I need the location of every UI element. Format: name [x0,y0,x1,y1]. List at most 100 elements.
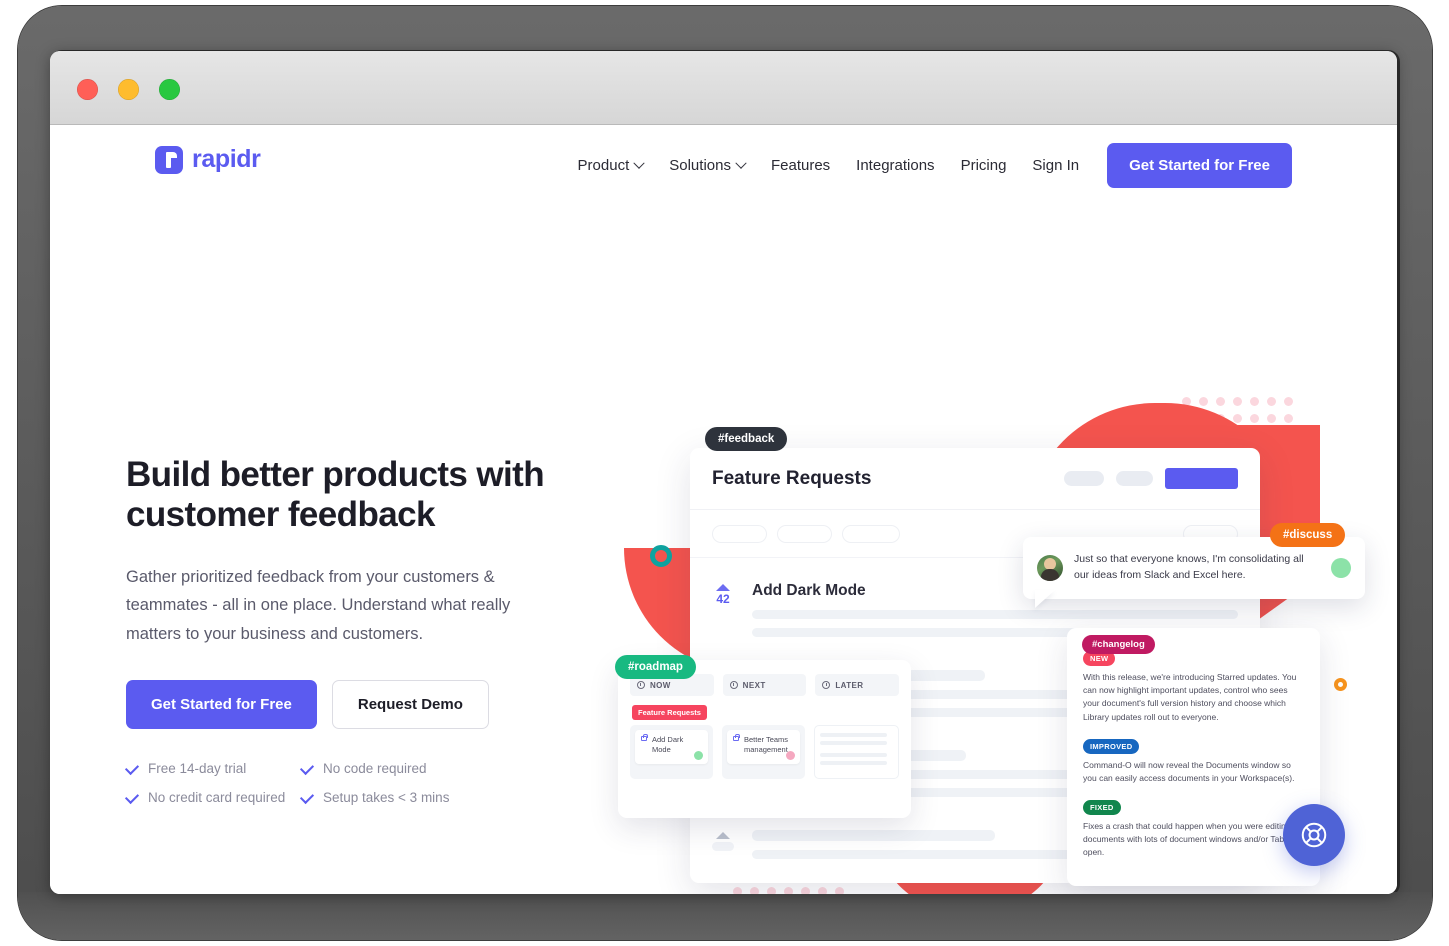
new-request-button[interactable] [1165,468,1238,489]
nav-item-solutions[interactable]: Solutions [656,147,758,184]
roadmap-column-label: LATER [835,680,864,690]
filter-chip[interactable] [842,524,900,543]
filter-chip[interactable] [777,524,832,543]
hero-illustration: #feedback Feature Requests 42 Add Dark M… [570,305,1370,894]
decorative-teal-ring [650,545,672,567]
placeholder-line [820,753,888,757]
page-content: rapidr Product Solutions Features Integr… [50,125,1397,894]
status-dot [786,751,795,760]
check-icon [299,790,315,805]
traffic-lights [77,79,180,100]
perk-item: Setup takes < 3 mins [299,790,476,805]
close-window-button[interactable] [77,79,98,100]
changelog-text-new: With this release, we're introducing Sta… [1083,672,1297,722]
perk-label: No code required [323,760,427,776]
roadmap-card-slot: Add Dark Mode [630,725,713,779]
browser-titlebar [50,51,1397,125]
zoom-window-button[interactable] [159,79,180,100]
brand-name: rapidr [192,145,261,173]
help-support-button[interactable] [1283,804,1345,866]
nav-item-pricing[interactable]: Pricing [948,147,1020,184]
nav-item-signin-label: Sign In [1032,157,1080,174]
hero-get-started-button[interactable]: Get Started for Free [126,679,317,729]
nav-item-features[interactable]: Features [758,147,843,184]
perk-item: No code required [299,760,476,776]
status-dot [1331,558,1351,578]
changelog-card: NEW With this release, we're introducing… [1067,628,1320,886]
nav-item-product-label: Product [577,157,630,174]
perk-item: Free 14-day trial [124,760,301,776]
roadmap-card: NOW NEXT LATER Feature Requests Add Dark… [618,660,911,818]
check-icon [124,761,140,776]
comment-text: Just so that everyone knows, I'm consoli… [1074,553,1304,581]
vote-control[interactable] [710,830,736,868]
hero-subtitle: Gather prioritized feedback from your cu… [126,567,511,643]
clock-icon [729,681,738,689]
changelog-text-fixed: Fixes a crash that could happen when you… [1083,821,1291,858]
roadmap-card-slot [814,725,899,779]
feature-requests-header: Feature Requests [690,448,1260,510]
nav-item-pricing-label: Pricing [960,157,1007,174]
chevron-down-icon [735,157,747,169]
brand-logo[interactable]: rapidr [155,145,261,174]
tag-changelog: #changelog [1082,635,1155,654]
lock-icon [733,734,741,741]
nav-item-features-label: Features [770,157,831,174]
hero-title: Build better products with customer feed… [126,455,545,534]
vote-count-placeholder [712,842,734,851]
roadmap-column-label: NOW [650,680,671,690]
decorative-orange-ring [1334,678,1347,691]
roadmap-item[interactable]: Better Teams management [727,730,800,764]
site-navbar: rapidr Product Solutions Features Integr… [50,125,1397,211]
feature-requests-header-actions [1064,468,1238,489]
changelog-text-improved: Command-O will now reveal the Documents … [1083,759,1295,783]
nav-item-integrations-label: Integrations [856,157,935,174]
placeholder-line [752,830,995,841]
roadmap-item[interactable]: Add Dark Mode [635,730,708,764]
clock-icon [637,681,645,689]
status-dot [694,751,703,760]
hero-actions: Get Started for Free Request Demo [126,679,596,729]
tag-discuss: #discuss [1270,523,1346,547]
nav-item-signin[interactable]: Sign In [1019,147,1092,184]
nav-item-product[interactable]: Product [565,147,657,184]
nav-item-solutions-label: Solutions [669,157,731,174]
clock-icon [822,681,831,689]
lock-icon [641,734,649,741]
filter-chip[interactable] [712,524,767,543]
perk-label: No credit card required [148,789,286,805]
nav-get-started-button[interactable]: Get Started for Free [1107,143,1292,188]
browser-window: rapidr Product Solutions Features Integr… [50,51,1397,894]
roadmap-card-slot: Better Teams management [722,725,805,779]
rapidr-logo-icon [155,145,183,174]
placeholder-line [820,741,888,745]
roadmap-item-placeholder [820,731,893,775]
roadmap-column-label: NEXT [742,680,766,690]
minimize-window-button[interactable] [118,79,139,100]
device-frame-bottom [18,892,1432,940]
feature-requests-title: Feature Requests [712,467,872,489]
vote-control[interactable]: 42 [710,582,736,646]
placeholder-line [820,761,888,765]
tag-feedback: #feedback [705,427,788,451]
changelog-badge-fixed: FIXED [1083,800,1121,816]
tag-roadmap: #roadmap [615,655,696,679]
hero-request-demo-button[interactable]: Request Demo [331,679,489,729]
roadmap-group-label: Feature Requests [632,705,707,720]
nav-item-integrations[interactable]: Integrations [843,147,947,184]
upvote-caret-icon [716,584,730,591]
roadmap-column-header: NEXT [722,674,807,696]
lifebuoy-icon [1301,822,1327,848]
changelog-badge-improved: IMPROVED [1083,738,1140,754]
header-placeholder-pill [1116,471,1153,486]
nav-links: Product Solutions Features Integrations … [565,143,1292,188]
roadmap-item-title: Add Dark Mode [652,735,684,755]
upvote-caret-icon [716,832,730,839]
check-icon [124,790,140,805]
roadmap-column-later: LATER [815,674,900,696]
roadmap-item-title: Better Teams management [744,735,789,755]
avatar [1037,555,1063,581]
check-icon [299,761,315,776]
perk-label: Free 14-day trial [148,760,247,776]
hero-perks-list: Free 14-day trial No code required No cr… [124,760,596,805]
